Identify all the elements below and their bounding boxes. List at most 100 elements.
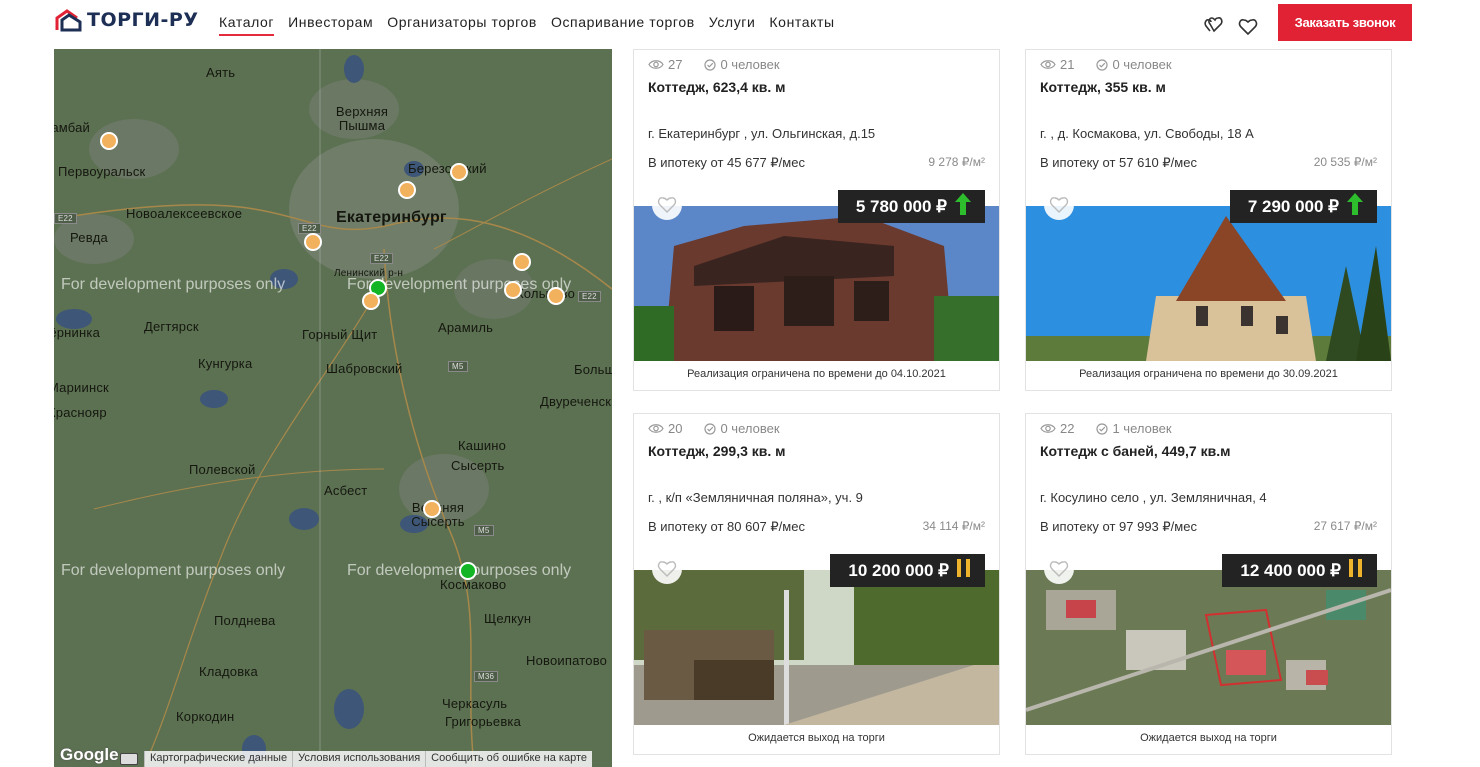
property-card[interactable]: 22 1 человек Коттедж с баней, 449,7 кв.м… [1025, 413, 1392, 755]
map-label-aramil: Арамиль [438, 320, 494, 335]
nav-organizers[interactable]: Организаторы торгов [387, 14, 537, 36]
map-panel[interactable]: Аять Верхняя Пышма Березовский Первоурал… [54, 49, 612, 767]
heart-icon [657, 561, 677, 577]
map-label-novoipatovo: Новоипатово [526, 653, 608, 668]
road-sign-m5: M5 [474, 525, 494, 536]
map-label-dvurechensk: Двуреченск [540, 394, 612, 409]
card-address: г. Екатеринбург , ул. Ольгинская, д.15 [648, 126, 876, 141]
road-sign-e22: E22 [578, 291, 601, 302]
terms-link[interactable]: Условия использования [292, 751, 425, 767]
views-count: 21 [1060, 57, 1075, 72]
favorites-heart-icon[interactable] [1238, 17, 1258, 37]
people-stat: 1 человек [1096, 421, 1172, 436]
people-stat: 0 человек [1096, 57, 1172, 72]
map-label-gambay: Гамбай [54, 120, 90, 135]
mortgage-info: В ипотеку от 45 677 ₽/мес [648, 155, 805, 170]
views-count: 27 [668, 57, 683, 72]
map-label-kladovka: Кладовка [199, 664, 258, 679]
map-label-derninka: Дёрнинка [54, 325, 100, 340]
price-per-m2: 34 114 ₽/м² [922, 519, 985, 533]
price-per-m2: 9 278 ₽/м² [928, 155, 985, 169]
price-value: 12 400 000 ₽ [1240, 560, 1341, 580]
heart-icon [1049, 561, 1069, 577]
nav-investors[interactable]: Инвесторам [288, 14, 373, 36]
order-call-button[interactable]: Заказать звонок [1278, 4, 1412, 41]
map-marker[interactable] [547, 287, 565, 305]
property-card[interactable]: 20 0 человек Коттедж, 299,3 кв. м г. , к… [633, 413, 1000, 755]
nav-catalog[interactable]: Каталог [219, 14, 275, 36]
map-marker[interactable] [513, 253, 531, 271]
card-status: Реализация ограничена по времени до 30.0… [1079, 368, 1338, 380]
map-marker-active[interactable] [459, 562, 477, 580]
map-label-bolshie-brusyany: Большие Брусяны [574, 362, 612, 377]
card-stats: 20 0 человек [648, 421, 780, 436]
people-stat: 0 человек [704, 57, 780, 72]
property-photo[interactable] [1026, 206, 1391, 361]
map-marker[interactable] [398, 181, 416, 199]
map-label-cherkasul: Черкасуль [442, 696, 508, 711]
report-error-link[interactable]: Сообщить об ошибке на карте [425, 751, 592, 767]
eye-icon [1040, 60, 1056, 69]
heart-icon [1049, 197, 1069, 213]
pause-icon [957, 559, 971, 582]
map-label-krasnoyar: Краснояр [54, 405, 107, 420]
google-logo[interactable]: Google [60, 745, 119, 765]
people-stat: 0 человек [704, 421, 780, 436]
nav-disputes[interactable]: Оспаривание торгов [551, 14, 695, 36]
road-sign-e22: E22 [298, 223, 321, 234]
card-title[interactable]: Коттедж, 355 кв. м [1040, 79, 1166, 95]
map-marker[interactable] [362, 292, 380, 310]
check-circle-icon [704, 422, 717, 435]
map-marker[interactable] [450, 163, 468, 181]
nav-services[interactable]: Услуги [709, 14, 756, 36]
price-value: 5 780 000 ₽ [855, 196, 947, 216]
property-card[interactable]: 21 0 человек Коттедж, 355 кв. м г. , д. … [1025, 49, 1392, 391]
map-label-asbest: Асбест [324, 483, 368, 498]
map-marker[interactable] [504, 281, 522, 299]
favorite-button[interactable] [1044, 190, 1074, 220]
favorite-button[interactable] [652, 190, 682, 220]
card-title[interactable]: Коттедж, 623,4 кв. м [648, 79, 786, 95]
nav-contacts[interactable]: Контакты [769, 14, 834, 36]
map-marker[interactable] [304, 233, 322, 251]
price-tag: 12 400 000 ₽ [1222, 554, 1377, 587]
card-title[interactable]: Коттедж, 299,3 кв. м [648, 443, 786, 459]
card-title[interactable]: Коттедж с баней, 449,7 кв.м [1040, 443, 1230, 459]
property-photo[interactable] [1026, 570, 1391, 725]
property-photo[interactable] [634, 570, 999, 725]
participants-count: 1 человек [1112, 421, 1172, 436]
eye-icon [1040, 424, 1056, 433]
trend-up-arrow-icon [1347, 193, 1363, 220]
property-card[interactable]: 27 0 человек Коттедж, 623,4 кв. м г. Ека… [633, 49, 1000, 391]
map-marker[interactable] [423, 500, 441, 518]
card-address: г. , к/п «Земляничная поляна», уч. 9 [648, 490, 863, 505]
map-label-shchelkun: Щелкун [484, 611, 532, 626]
road-sign-m36: M36 [474, 671, 499, 682]
favorite-button[interactable] [1044, 554, 1074, 584]
card-stats: 21 0 человек [1040, 57, 1172, 72]
check-circle-icon [704, 58, 717, 71]
price-per-m2: 20 535 ₽/м² [1313, 155, 1377, 169]
views-count: 22 [1060, 421, 1075, 436]
map-label-novoalekseevskoe: Новоалексеевское [126, 206, 243, 221]
map-label-degtyarsk: Дегтярск [144, 319, 199, 334]
favorite-button[interactable] [652, 554, 682, 584]
price-value: 7 290 000 ₽ [1247, 196, 1339, 216]
map-label-revda: Ревда [70, 230, 108, 245]
mortgage-info: В ипотеку от 97 993 ₽/мес [1040, 519, 1197, 534]
map-label-sysert: Сысерть [451, 458, 505, 473]
trend-up-arrow-icon [955, 193, 971, 220]
price-tag: 7 290 000 ₽ [1229, 190, 1377, 223]
map-data-link[interactable]: Картографические данные [144, 751, 292, 767]
compare-hearts-icon[interactable] [1204, 14, 1224, 34]
participants-count: 0 человек [720, 421, 780, 436]
map-label-mariinsk: Мариинск [54, 380, 109, 395]
site-logo[interactable]: ТОРГИ-РУ [54, 8, 199, 32]
views-stat: 27 [648, 57, 682, 72]
dev-watermark: For development purposes only [61, 562, 286, 579]
road-sign-e22: E22 [370, 253, 393, 264]
keyboard-shortcuts-icon[interactable] [120, 753, 138, 765]
check-circle-icon [1096, 422, 1109, 435]
property-photo[interactable] [634, 206, 999, 361]
map-marker[interactable] [100, 132, 118, 150]
